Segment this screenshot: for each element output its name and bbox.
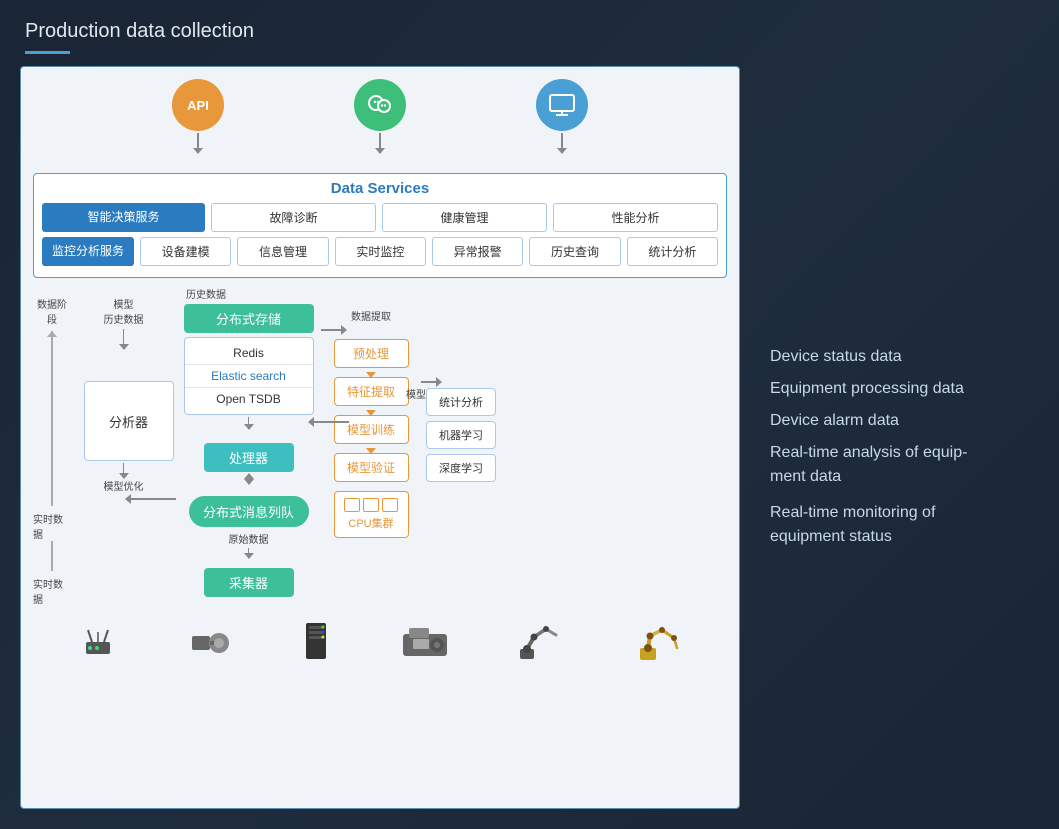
wechat-icon-group [354, 79, 406, 153]
equipment-row [33, 616, 727, 671]
service-btn-health: 健康管理 [382, 203, 547, 232]
cpu-cluster-area: CPU集群 [334, 491, 409, 538]
center-area: 历史数据 分布式存储 Redis Elastic search Open TSD… [176, 286, 321, 606]
monitor-icon-group [536, 79, 588, 153]
equipment-server [301, 621, 331, 666]
model-verify-box: 模型验证 [334, 453, 409, 482]
equipment-router [78, 624, 118, 664]
data-services-title: Data Services [42, 180, 718, 197]
message-queue-label: 分布式消息列队 [203, 505, 294, 520]
api-icon-group: API [172, 79, 224, 153]
title-underline [25, 51, 70, 54]
service-btn-fault: 故障诊断 [211, 203, 376, 232]
dl-result: 深度学习 [426, 454, 496, 482]
feature-extract-box: 特征提取 [334, 377, 409, 406]
ml-result: 机器学习 [426, 421, 496, 449]
redis-item: Redis [185, 342, 313, 365]
page-container: Production data collection API [0, 0, 1059, 829]
info-item-1: Device status data [770, 341, 1019, 373]
wechat-icon [354, 79, 406, 131]
data-extract-label: 数据提取 [351, 308, 391, 323]
collector-box: 采集器 [204, 568, 294, 597]
equipment-arm1 [518, 621, 563, 666]
processor-label: 处理器 [229, 451, 268, 466]
service-btn-realtime-monitor: 实时监控 [335, 237, 426, 266]
service-btn-performance: 性能分析 [553, 203, 718, 232]
services-row-2: 监控分析服务 设备建模 信息管理 实时监控 异常报警 历史查询 统计分析 [42, 237, 718, 266]
elastic-search-item: Elastic search [185, 365, 313, 388]
info-item-3: Device alarm data [770, 405, 1019, 437]
distributed-storage-box: 分布式存储 [184, 304, 314, 333]
monitor-icon [536, 79, 588, 131]
page-title: Production data collection [20, 20, 740, 43]
history-data-label: 历史数据 [186, 286, 226, 301]
service-btn-intelligent: 智能决策服务 [42, 203, 205, 232]
cpu-cluster-label: CPU集群 [341, 515, 402, 531]
api-icon: API [172, 79, 224, 131]
realtime-data-label-1: 实时数据 [33, 511, 71, 541]
distributed-storage-label: 分布式存储 [216, 312, 281, 327]
services-row-1: 智能决策服务 故障诊断 健康管理 性能分析 [42, 203, 718, 232]
model-train-box: 模型训练 [334, 415, 409, 444]
service-btn-monitor-analysis: 监控分析服务 [42, 237, 134, 266]
info-section: Device status data Equipment processing … [740, 20, 1039, 809]
service-btn-stats: 统计分析 [627, 237, 718, 266]
diagram-frame: API [20, 66, 740, 809]
model-history-label: 模型历史数据 [104, 296, 144, 326]
data-services-box: Data Services 智能决策服务 故障诊断 健康管理 性能分析 监控分析… [33, 173, 727, 278]
info-item-4: Real-time analysis of equip-ment data [770, 441, 1019, 489]
left-labels: 数据阶段 实时数据 实时数据 [33, 286, 71, 606]
processor-box: 处理器 [204, 443, 294, 472]
diagram-section: Production data collection API [20, 20, 740, 809]
results-area: 统计分析 机器学习 深度学习 [421, 286, 501, 606]
equipment-cnc [401, 622, 449, 665]
lower-diagram: 数据阶段 实时数据 实时数据 模型历史数据 [33, 286, 727, 606]
equipment-motor [187, 624, 232, 664]
collector-label: 采集器 [229, 576, 268, 591]
message-queue-box: 分布式消息列队 [189, 496, 309, 527]
stats-result: 统计分析 [426, 388, 496, 416]
analyzer-box: 分析器 [84, 381, 174, 461]
open-tsdb-item: Open TSDB [185, 388, 313, 410]
service-btn-device-model: 设备建模 [140, 237, 231, 266]
info-text: Device status data Equipment processing … [770, 341, 1019, 549]
realtime-data-label-2: 实时数据 [33, 576, 71, 606]
service-btn-history: 历史查询 [529, 237, 620, 266]
pipeline-area: 数据提取 预处理 特征提取 模型训练 [321, 286, 421, 606]
analyzer-area: 模型历史数据 分析器 模型优化 [71, 286, 176, 606]
info-item-5: Real-time monitoring ofequipment status [770, 501, 1019, 549]
storage-items: Redis Elastic search Open TSDB [184, 337, 314, 415]
info-item-2: Equipment processing data [770, 373, 1019, 405]
service-btn-alarm: 异常报警 [432, 237, 523, 266]
service-btn-info-mgmt: 信息管理 [237, 237, 328, 266]
model-optimize-label: 模型优化 [104, 478, 144, 493]
equipment-robot [632, 620, 682, 667]
preprocess-box: 预处理 [334, 339, 409, 368]
analyzer-label: 分析器 [109, 412, 148, 431]
data-stage-label: 数据阶段 [33, 296, 71, 326]
original-data-label: 原始数据 [229, 531, 269, 546]
